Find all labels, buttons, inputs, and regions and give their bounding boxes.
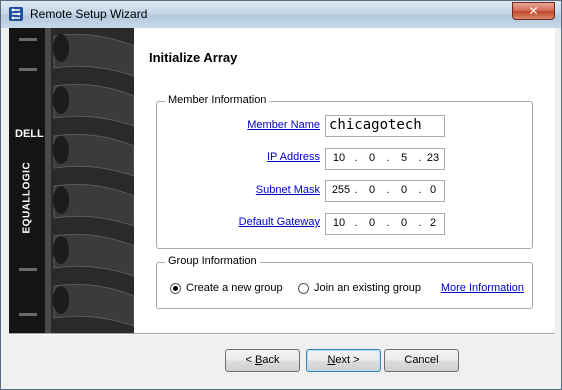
ip-octet-4[interactable]: 23 (422, 152, 444, 164)
ip-octet-1[interactable]: 10 (328, 152, 350, 164)
member-name-input[interactable]: chicagotech (325, 115, 445, 137)
subnet-mask-link[interactable]: Subnet Mask (256, 184, 320, 196)
member-name-value: chicagotech (329, 117, 422, 133)
ip-dot: . (386, 152, 390, 164)
page-title: Initialize Array (149, 50, 238, 65)
close-icon: ✕ (528, 4, 539, 18)
ip-octet-2[interactable]: 0 (361, 152, 383, 164)
back-button[interactable]: < Back (225, 349, 300, 372)
cancel-button[interactable]: Cancel (384, 349, 459, 372)
subnet-dot: . (354, 184, 358, 196)
dell-logo: DELL (15, 128, 44, 140)
subnet-octet-2[interactable]: 0 (361, 184, 383, 196)
equallogic-logo: EQUALLOGIC (21, 161, 33, 234)
ip-dot: . (354, 152, 358, 164)
ip-address-input[interactable]: 10 . 0 . 5 . 23 (325, 148, 445, 170)
subnet-octet-4[interactable]: 0 (422, 184, 444, 196)
close-button[interactable]: ✕ (512, 2, 555, 20)
wizard-window: Remote Setup Wizard ✕ DELL EQUALLOGIC In… (0, 0, 562, 390)
ip-address-link[interactable]: IP Address (267, 151, 320, 163)
app-icon (9, 7, 23, 21)
client-area: DELL EQUALLOGIC Initialize Array Member … (9, 28, 555, 384)
subnet-mask-input[interactable]: 255 . 0 . 0 . 0 (325, 180, 445, 202)
title-bar[interactable]: Remote Setup Wizard ✕ (1, 1, 561, 28)
member-name-link[interactable]: Member Name (247, 119, 320, 131)
banner-image: DELL EQUALLOGIC (9, 28, 134, 333)
join-existing-group-label[interactable]: Join an existing group (314, 282, 421, 294)
subnet-octet-1[interactable]: 255 (330, 184, 352, 196)
gateway-octet-1[interactable]: 10 (328, 217, 350, 229)
button-bar: < Back Next > Cancel (9, 335, 555, 384)
more-information-link[interactable]: More Information (441, 282, 524, 294)
gateway-octet-3[interactable]: 0 (393, 217, 415, 229)
window-title: Remote Setup Wizard (30, 7, 148, 21)
gateway-dot: . (354, 217, 358, 229)
gateway-octet-4[interactable]: 2 (422, 217, 444, 229)
ip-octet-3[interactable]: 5 (393, 152, 415, 164)
subnet-dot: . (386, 184, 390, 196)
default-gateway-link[interactable]: Default Gateway (239, 216, 320, 228)
member-information-legend: Member Information (165, 94, 270, 106)
join-existing-group-radio[interactable] (298, 283, 309, 294)
group-information-legend: Group Information (165, 255, 260, 267)
next-button[interactable]: Next > (306, 349, 381, 372)
group-information-group: Group Information Create a new group Joi… (156, 255, 533, 309)
default-gateway-input[interactable]: 10 . 0 . 0 . 2 (325, 213, 445, 235)
gateway-octet-2[interactable]: 0 (361, 217, 383, 229)
create-new-group-radio[interactable] (170, 283, 181, 294)
create-new-group-label[interactable]: Create a new group (186, 282, 283, 294)
gateway-dot: . (386, 217, 390, 229)
subnet-octet-3[interactable]: 0 (393, 184, 415, 196)
member-information-group: Member Information Member Name chicagote… (156, 94, 533, 249)
